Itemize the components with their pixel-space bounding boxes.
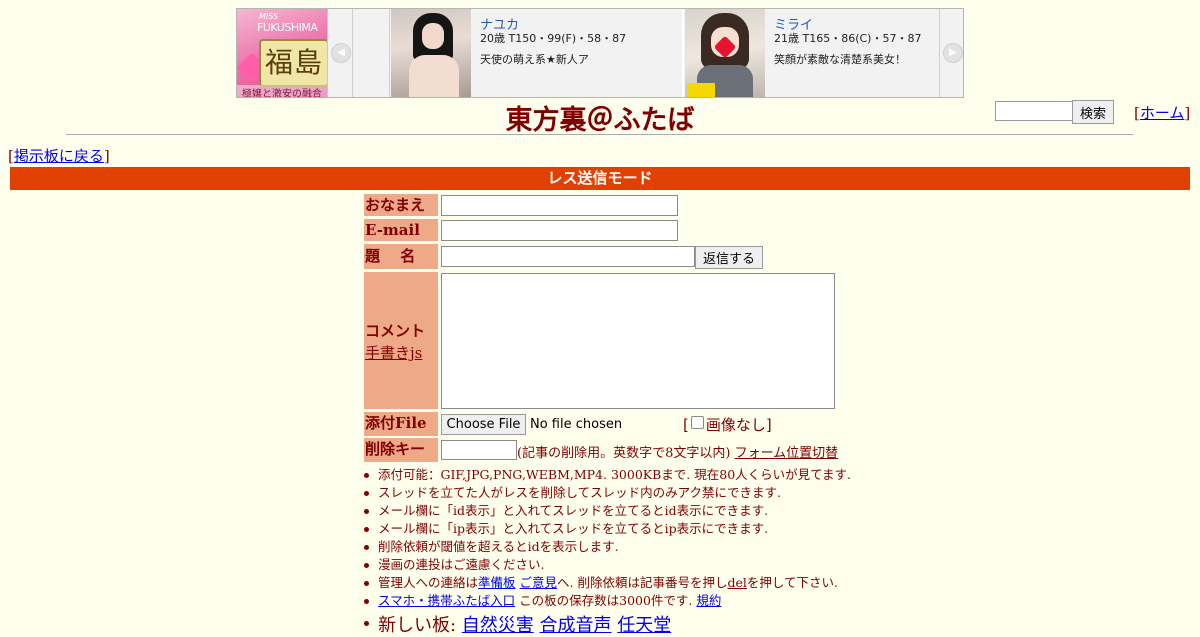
note-item: メール欄に「ip表示」と入れてスレッドを立てるとip表示にできます. xyxy=(364,520,851,538)
del-link[interactable]: del xyxy=(727,575,746,590)
name-input[interactable] xyxy=(441,195,678,216)
no-file-text: No file chosen xyxy=(530,417,623,432)
note-item: 削除依頼が閾値を超えるとidを表示します. xyxy=(364,538,851,556)
note-item: 漫画の連投はご遠慮ください. xyxy=(364,556,851,574)
ad-logo-tagline: 極嬢と激安の融合 xyxy=(237,85,327,97)
email-input[interactable] xyxy=(441,220,678,241)
ad-card-1-stats: 20歳 T150・99(F)・58・87 xyxy=(480,32,627,45)
home-link-wrapper: [ホーム] xyxy=(1134,104,1191,122)
ad-divider xyxy=(939,9,940,97)
board-notes: 添付可能：GIF,JPG,PNG,WEBM,MP4. 3000KBまで. 現在8… xyxy=(364,466,851,610)
tegaki-js-link[interactable]: 手書きjs xyxy=(365,344,422,362)
note-text: へ. 削除依頼は記事番号を押し xyxy=(557,575,728,590)
note-item: 添付可能：GIF,JPG,PNG,WEBM,MP4. 3000KBまで. 現在8… xyxy=(364,467,851,482)
new-boards: 新しい板: 自然災害 合成音声 任天堂 xyxy=(363,611,671,637)
note-item: スマホ・携帯ふたば入口 この板の保存数は3000件です. 規約 xyxy=(364,592,851,610)
ad-divider xyxy=(682,9,684,97)
note-text: 管理人への連絡は xyxy=(378,575,479,590)
no-image-checkbox[interactable] xyxy=(690,416,704,429)
ad-banner[interactable]: MISS FUKUSHIMA 福島 極嬢と激安の融合 ◀ ナユカ 20歳 T15… xyxy=(236,8,964,98)
feedback-link[interactable]: ご意見 xyxy=(520,575,558,590)
ad-prev-arrow-icon[interactable]: ◀ xyxy=(331,43,351,63)
ad-card-1[interactable]: ナユカ 20歳 T150・99(F)・58・87 天使の萌え系★新人ア xyxy=(472,9,682,97)
subject-label: 題 名 xyxy=(364,244,438,269)
comment-label-cell: コメント 手書きjs xyxy=(364,272,438,409)
ad-next-arrow-icon[interactable]: ▶ xyxy=(943,43,963,63)
ad-logo-badge: 福島 xyxy=(259,39,327,87)
subject-input[interactable] xyxy=(441,246,695,267)
ad-card-2-stats: 21歳 T165・86(C)・57・87 xyxy=(774,32,922,45)
note-item: 管理人への連絡は準備板 ご意見へ. 削除依頼は記事番号を押しdelを押して下さい… xyxy=(364,574,851,592)
new-boards-label: 新しい板: xyxy=(378,615,462,636)
ad-logo-line2: FUKUSHIMA xyxy=(257,21,318,34)
new-board-link[interactable]: 任天堂 xyxy=(617,615,671,636)
prep-board-link[interactable]: 準備板 xyxy=(478,575,516,590)
delete-key-input[interactable] xyxy=(441,440,517,460)
name-label: おなまえ xyxy=(364,194,438,216)
back-link-wrapper: [掲示板に戻る] xyxy=(8,147,110,165)
home-link[interactable]: ホーム xyxy=(1140,104,1185,122)
file-label: 添付File xyxy=(364,412,438,436)
note-text: を押して下さい. xyxy=(746,575,838,590)
search-input[interactable] xyxy=(995,101,1075,121)
email-label: E-mail xyxy=(364,219,438,241)
delete-key-note: (記事の削除用。英数字で8文字以内) xyxy=(517,446,731,461)
ad-card-2-desc: 笑顔が素敵な清楚系美女！ xyxy=(774,53,906,66)
note-text: この板の保存数は3000件です. xyxy=(515,593,697,608)
no-image-label: 画像なし xyxy=(705,416,766,434)
comment-textarea[interactable] xyxy=(441,273,835,409)
ad-card-1-photo[interactable] xyxy=(391,9,471,97)
no-image-option[interactable]: [画像なし] xyxy=(683,414,772,435)
rules-link[interactable]: 規約 xyxy=(696,593,721,608)
search-button[interactable]: 検索 xyxy=(1072,100,1114,124)
ad-divider xyxy=(352,9,353,97)
delete-key-label: 削除キー xyxy=(364,438,438,462)
ad-card-2[interactable]: ミライ 21歳 T165・86(C)・57・87 笑顔が素敵な清楚系美女！ xyxy=(766,9,938,97)
new-board-link[interactable]: 合成音声 xyxy=(540,615,612,636)
ad-logo-line1: MISS xyxy=(259,12,279,21)
back-to-board-link[interactable]: 掲示板に戻る xyxy=(14,147,104,165)
form-position-toggle-link[interactable]: フォーム位置切替 xyxy=(735,446,839,461)
ad-card-1-desc: 天使の萌え系★新人ア xyxy=(480,53,589,66)
comment-label: コメント xyxy=(365,322,426,340)
delete-key-note-wrapper: (記事の削除用。英数字で8文字以内) フォーム位置切替 xyxy=(517,442,838,461)
ad-card-2-photo[interactable] xyxy=(685,9,765,97)
reply-mode-bar: レス送信モード xyxy=(10,167,1190,190)
choose-file-button[interactable]: Choose File xyxy=(441,414,526,435)
new-board-link[interactable]: 自然災害 xyxy=(462,615,534,636)
note-item: メール欄に「id表示」と入れてスレッドを立てるとid表示にできます. xyxy=(364,502,851,520)
divider xyxy=(66,134,1133,135)
mobile-entrance-link[interactable]: スマホ・携帯ふたば入口 xyxy=(378,593,515,608)
reply-submit-button[interactable]: 返信する xyxy=(695,246,763,269)
ad-divider xyxy=(389,9,390,97)
note-item: スレッドを立てた人がレスを削除してスレッド内のみアク禁にできます. xyxy=(364,484,851,502)
ad-logo[interactable]: MISS FUKUSHIMA 福島 極嬢と激安の融合 xyxy=(237,9,328,97)
